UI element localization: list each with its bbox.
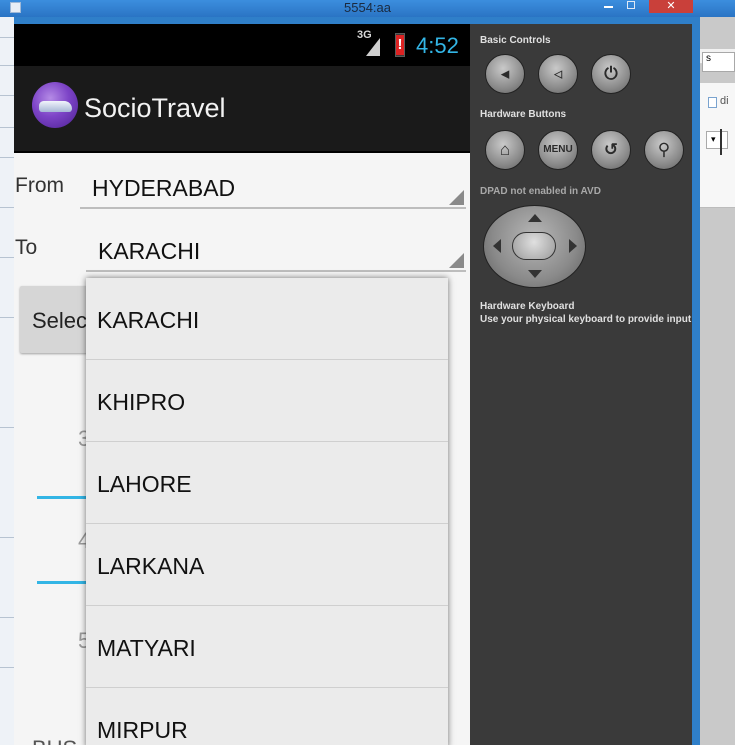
dropdown-option-label: LAHORE xyxy=(97,471,192,497)
dropdown-option[interactable]: LARKANA xyxy=(86,524,448,606)
dropdown-option[interactable]: LAHORE xyxy=(86,442,448,524)
dpad-up-icon[interactable] xyxy=(528,214,542,222)
basic-controls-label: Basic Controls xyxy=(480,35,551,46)
volume-down-icon[interactable]: ◂ xyxy=(485,54,525,94)
destination-dropdown[interactable]: KARACHI KHIPRO LAHORE LARKANA MATYARI MI… xyxy=(86,278,448,745)
background-address-field[interactable]: s xyxy=(702,52,735,72)
minimize-button[interactable] xyxy=(604,6,613,8)
dropdown-option[interactable]: KARACHI xyxy=(86,278,448,360)
home-icon[interactable]: ⌂ xyxy=(485,130,525,170)
status-bar: 3G ! 4:52 xyxy=(14,24,470,66)
device-screen: 3G ! 4:52 SocioTravel From HYDERABAD To … xyxy=(14,24,470,745)
close-button[interactable]: ✕ xyxy=(649,0,693,13)
dpad-right-icon[interactable] xyxy=(569,239,577,253)
background-window-left xyxy=(0,17,14,745)
dropdown-option-label: KARACHI xyxy=(97,307,200,333)
dropdown-option-label: LARKANA xyxy=(97,553,205,579)
to-spinner-value: KARACHI xyxy=(98,238,201,264)
signal-icon xyxy=(366,38,380,56)
spinner-arrow-icon xyxy=(449,190,464,205)
volume-up-icon[interactable]: ◃ xyxy=(538,54,578,94)
dropdown-option[interactable]: MATYARI xyxy=(86,606,448,688)
dpad-control[interactable] xyxy=(483,205,586,288)
emulator-window: 3G ! 4:52 SocioTravel From HYDERABAD To … xyxy=(14,24,692,745)
window-titlebar[interactable]: 5554:aa ✕ xyxy=(0,0,735,17)
from-label: From xyxy=(15,174,64,197)
battery-alert-icon: ! xyxy=(397,36,403,53)
to-spinner[interactable]: KARACHI xyxy=(86,230,466,272)
select-button-label: Select xyxy=(32,308,94,333)
dropdown-option[interactable]: MIRPUR xyxy=(86,688,448,745)
window-frame-right xyxy=(692,17,700,745)
action-bar: SocioTravel xyxy=(14,66,470,153)
dpad-down-icon[interactable] xyxy=(528,270,542,278)
app-title: SocioTravel xyxy=(84,93,226,123)
from-spinner-value: HYDERABAD xyxy=(92,175,236,201)
status-clock: 4:52 xyxy=(416,33,459,58)
dropdown-option[interactable]: KHIPRO xyxy=(86,360,448,442)
spinner-arrow-icon xyxy=(449,253,464,268)
menu-button[interactable]: MENU xyxy=(538,130,578,170)
keyboard-hint: Use your physical keyboard to provide in… xyxy=(480,314,692,325)
search-icon[interactable]: ⚲ xyxy=(644,130,684,170)
dpad-left-icon[interactable] xyxy=(493,239,501,253)
background-panel: di ▾ xyxy=(700,83,735,208)
hardware-buttons-label: Hardware Buttons xyxy=(480,109,567,120)
maximize-button[interactable] xyxy=(627,1,635,9)
background-doc-label: di xyxy=(720,95,729,107)
background-hint-4: BUS xyxy=(32,736,77,745)
to-label: To xyxy=(15,236,38,259)
text-cursor xyxy=(720,129,722,155)
background-window-right: s di ▾ xyxy=(700,17,735,745)
dropdown-option-label: MIRPUR xyxy=(97,717,188,743)
back-icon[interactable]: ↺ xyxy=(591,130,631,170)
background-combo[interactable]: ▾ xyxy=(706,131,728,149)
dpad-center-button[interactable] xyxy=(512,232,556,260)
emulator-controls: Basic Controls ◂ ◃ ⏻ Hardware Buttons ⌂ … xyxy=(470,24,692,745)
dpad-label: DPAD not enabled in AVD xyxy=(480,186,601,197)
document-icon xyxy=(708,97,717,108)
chevron-down-icon: ▾ xyxy=(711,134,716,144)
app-logo-icon xyxy=(32,82,78,128)
car-icon xyxy=(39,101,72,112)
keyboard-title: Hardware Keyboard xyxy=(480,301,575,312)
power-icon[interactable]: ⏻ xyxy=(591,54,631,94)
from-spinner[interactable]: HYDERABAD xyxy=(80,167,466,209)
window-title: 5554:aa xyxy=(344,0,391,15)
dropdown-option-label: KHIPRO xyxy=(97,389,186,415)
dropdown-option-label: MATYARI xyxy=(97,635,196,661)
